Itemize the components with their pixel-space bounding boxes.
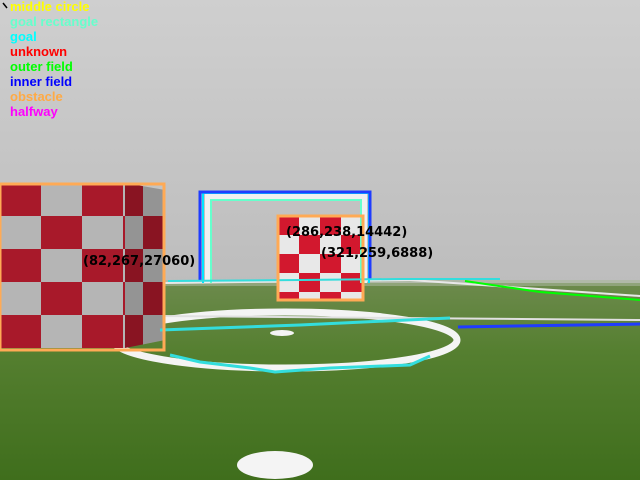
detection-label-small-obstacle: (321,259,6888) <box>321 246 434 261</box>
legend-item-middle-circle: middle circle <box>10 0 90 14</box>
legend-item-goal-rectangle: goal rectangle <box>10 14 99 29</box>
legend-item-outer-field: outer field <box>10 59 73 74</box>
center-spot <box>270 330 294 336</box>
detection-label-goal: (286,238,14442) <box>286 225 408 240</box>
legend: middle circle goal rectangle goal unknow… <box>10 0 98 119</box>
legend-item-unknown: unknown <box>10 44 68 59</box>
legend-item-halfway: halfway <box>10 104 58 119</box>
legend-item-inner-field: inner field <box>10 74 73 89</box>
legend-item-goal: goal <box>10 29 37 44</box>
detection-label-large-obstacle: (82,267,27060) <box>83 254 196 269</box>
penalty-spot <box>237 451 313 479</box>
legend-item-obstacle: obstacle <box>10 89 63 104</box>
